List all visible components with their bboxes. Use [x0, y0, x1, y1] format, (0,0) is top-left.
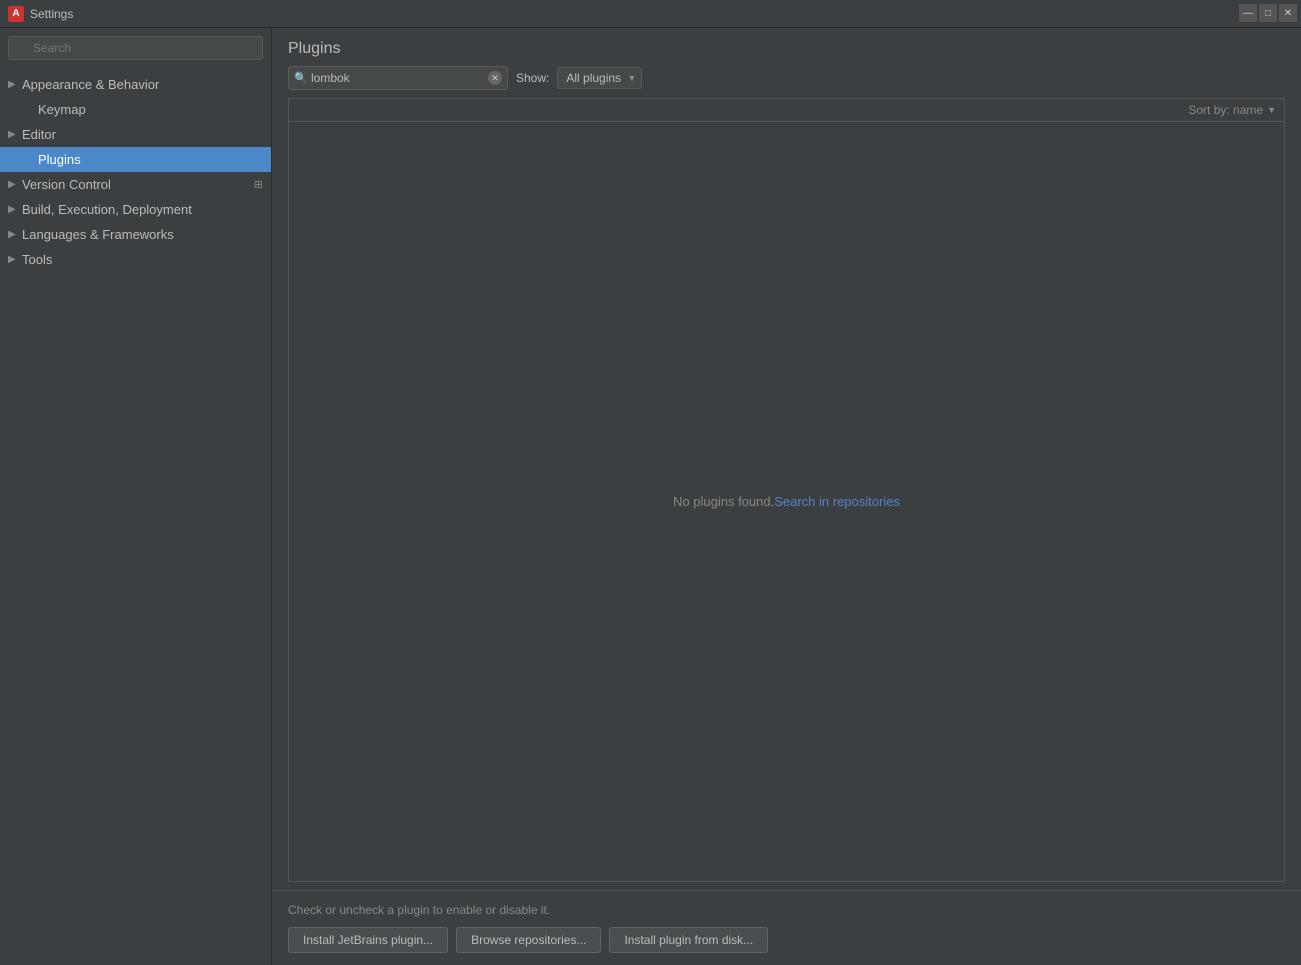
arrow-icon: ▶: [8, 179, 22, 190]
install-plugin-from-disk-button[interactable]: Install plugin from disk...: [609, 927, 768, 953]
maximize-button[interactable]: □: [1259, 4, 1277, 22]
sidebar-item-languages[interactable]: ▶ Languages & Frameworks: [0, 222, 271, 247]
arrow-icon: ▶: [8, 229, 22, 240]
sidebar-item-label: Editor: [22, 127, 263, 142]
plugin-search-bar: 🔍 ✕ Show: All plugins Enabled Disabled B…: [272, 66, 1301, 98]
sidebar-item-label: Plugins: [38, 152, 263, 167]
search-in-repositories-link[interactable]: Search in repositories: [774, 494, 900, 509]
sort-bar-content: Sort by: name ▼: [297, 103, 1276, 117]
show-dropdown-wrap: All plugins Enabled Disabled Bundled Cus…: [557, 67, 642, 89]
sidebar-item-keymap[interactable]: Keymap: [0, 97, 271, 122]
bottom-hint: Check or uncheck a plugin to enable or d…: [288, 903, 1285, 917]
arrow-icon: ▶: [8, 129, 22, 140]
sidebar-item-plugins[interactable]: Plugins: [0, 147, 271, 172]
sort-bar: Sort by: name ▼: [289, 99, 1284, 122]
close-button[interactable]: ✕: [1279, 4, 1297, 22]
sidebar-search-input[interactable]: [8, 36, 263, 60]
app-icon: A: [8, 6, 24, 22]
plugin-search-clear-button[interactable]: ✕: [488, 71, 502, 85]
page-header: Plugins: [272, 28, 1301, 66]
sidebar-item-label: Appearance & Behavior: [22, 77, 263, 92]
plugin-list-content: No plugins found. Search in repositories: [289, 122, 1284, 881]
arrow-icon: ▶: [8, 254, 22, 265]
sidebar-item-label: Languages & Frameworks: [22, 227, 263, 242]
main-content: Plugins 🔍 ✕ Show: All plugins Enabled Di…: [272, 28, 1301, 965]
plugin-list-area: Sort by: name ▼ No plugins found. Search…: [288, 98, 1285, 882]
sidebar-item-label: Version Control: [22, 177, 254, 192]
sidebar-item-editor[interactable]: ▶ Editor: [0, 122, 271, 147]
no-plugins-text: No plugins found.: [673, 494, 774, 509]
sidebar-item-build[interactable]: ▶ Build, Execution, Deployment: [0, 197, 271, 222]
arrow-icon: ▶: [8, 79, 22, 90]
sidebar-nav: ▶ Appearance & Behavior Keymap ▶ Editor …: [0, 68, 271, 965]
sidebar-item-tools[interactable]: ▶ Tools: [0, 247, 271, 272]
sidebar-item-label: Tools: [22, 252, 263, 267]
sidebar-item-version-control[interactable]: ▶ Version Control ⊞: [0, 172, 271, 197]
page-title: Plugins: [288, 40, 340, 57]
sidebar-search-wrap: 🔍: [0, 28, 271, 68]
show-dropdown[interactable]: All plugins Enabled Disabled Bundled Cus…: [557, 67, 642, 89]
bottom-section: Check or uncheck a plugin to enable or d…: [272, 890, 1301, 965]
plugin-search-wrap: 🔍 ✕: [288, 66, 508, 90]
show-label: Show:: [516, 71, 549, 85]
copy-icon: ⊞: [254, 178, 263, 191]
title-bar-text: Settings: [30, 7, 73, 21]
bottom-buttons: Install JetBrains plugin... Browse repos…: [288, 927, 1285, 953]
sidebar-item-appearance[interactable]: ▶ Appearance & Behavior: [0, 72, 271, 97]
sidebar-item-label: Build, Execution, Deployment: [22, 202, 263, 217]
sidebar-item-label: Keymap: [38, 102, 263, 117]
sidebar-search-container: 🔍: [8, 36, 263, 60]
browse-repositories-button[interactable]: Browse repositories...: [456, 927, 601, 953]
sidebar: 🔍 ▶ Appearance & Behavior Keymap ▶ Edito…: [0, 28, 272, 965]
main-layout: 🔍 ▶ Appearance & Behavior Keymap ▶ Edito…: [0, 28, 1301, 965]
plugin-search-input[interactable]: [288, 66, 508, 90]
install-jetbrains-plugin-button[interactable]: Install JetBrains plugin...: [288, 927, 448, 953]
sort-by-label: Sort by: name: [1188, 103, 1263, 117]
minimize-button[interactable]: —: [1239, 4, 1257, 22]
sort-arrow-icon: ▼: [1267, 105, 1276, 115]
arrow-icon: ▶: [8, 204, 22, 215]
title-bar-controls: — □ ✕: [1239, 4, 1297, 22]
title-bar: A Settings — □ ✕: [0, 0, 1301, 28]
